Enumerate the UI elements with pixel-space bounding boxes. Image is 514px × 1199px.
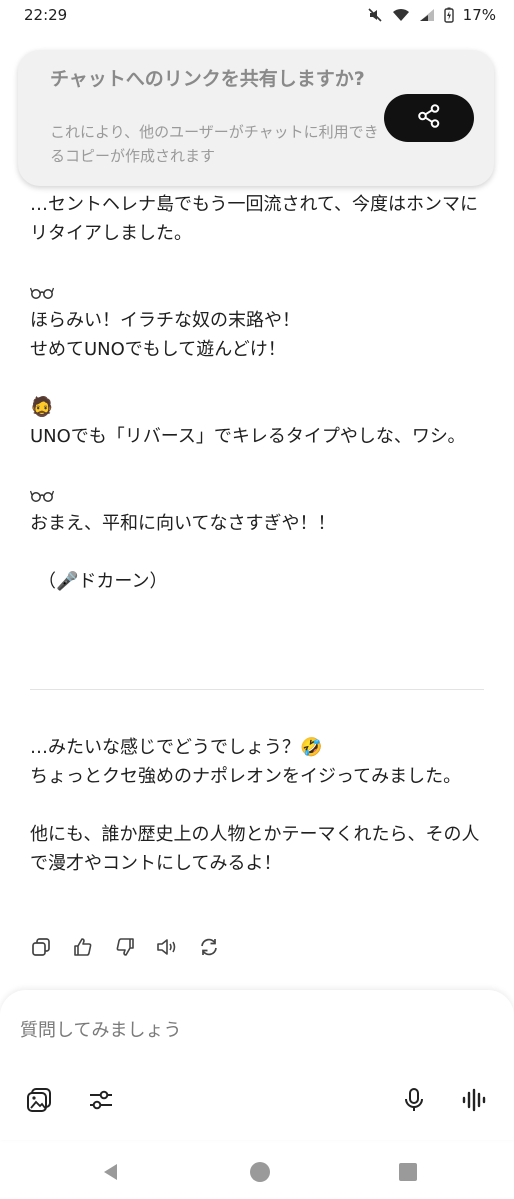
message-line: おまえ、平和に向いてなさすぎや！！ bbox=[30, 513, 336, 534]
image-upload-icon[interactable] bbox=[24, 1085, 54, 1115]
share-icon bbox=[416, 103, 442, 133]
message-line: …セントヘレナ島でもう一回流されて、今度はホンマにリタイアしました。 bbox=[30, 194, 479, 244]
recents-button[interactable] bbox=[397, 1161, 419, 1183]
thumbs-down-icon[interactable] bbox=[112, 934, 137, 959]
message-line: UNOでも「リバース」でキレるタイプやしな、ワシ。 bbox=[30, 426, 466, 447]
share-banner-title: チャットへのリンクを共有しますか? bbox=[50, 68, 365, 90]
copy-icon[interactable] bbox=[28, 934, 53, 959]
message-line: ほらみい！イラチな奴の末路や！ bbox=[30, 310, 300, 331]
regenerate-icon[interactable] bbox=[196, 934, 221, 959]
battery-charging-icon bbox=[443, 7, 454, 23]
conversation-text: …セントヘレナ島でもう一回流されて、今度はホンマにリタイアしました。 ほらみい！… bbox=[30, 190, 490, 596]
home-button[interactable] bbox=[248, 1160, 272, 1184]
microphone-icon[interactable] bbox=[399, 1085, 429, 1115]
glasses-emoji-icon bbox=[30, 480, 490, 509]
share-chat-banner: チャットへのリンクを共有しますか? これにより、他のユーザーがチャットに利用でき… bbox=[18, 50, 494, 186]
wifi-icon bbox=[392, 8, 410, 22]
status-time: 22:29 bbox=[24, 6, 68, 24]
message-line: （🎤ドカーン） bbox=[30, 567, 490, 596]
signal-icon bbox=[419, 8, 435, 22]
section-divider bbox=[30, 689, 484, 690]
reply-line: 他にも、誰か歴史上の人物とかテーマくれたら、その人で漫才やコントにしてみるよ！ bbox=[30, 824, 480, 874]
share-banner-description: これにより、他のユーザーがチャットに利用できるコピーが作成されます bbox=[50, 123, 379, 165]
paren-open: （ bbox=[38, 571, 56, 592]
back-button[interactable] bbox=[100, 1161, 122, 1183]
voice-mode-icon[interactable] bbox=[459, 1085, 489, 1115]
bearded-person-emoji: 🧔 bbox=[30, 396, 54, 418]
mute-icon bbox=[367, 7, 383, 23]
battery-percent: 17% bbox=[462, 6, 496, 24]
prompt-input[interactable]: 質問してみましょう bbox=[20, 1016, 181, 1042]
reply-line: ちょっとクセ強めのナポレオンをイジってみました。 bbox=[30, 766, 462, 787]
response-actions bbox=[28, 934, 221, 959]
prompt-input-area: 質問してみましょう bbox=[0, 990, 514, 1140]
share-button[interactable] bbox=[384, 94, 474, 142]
microphone-emoji: 🎤 bbox=[56, 571, 79, 592]
settings-sliders-icon[interactable] bbox=[86, 1085, 116, 1115]
assistant-reply: …みたいな感じでどうでしょう？🤣 ちょっとクセ強めのナポレオンをイジってみました… bbox=[30, 733, 490, 878]
message-line: せめてUNOでもして遊んどけ！ bbox=[30, 339, 286, 360]
line6-text: ドカーン） bbox=[78, 571, 168, 592]
status-bar: 22:29 17% bbox=[0, 0, 514, 32]
system-navigation-bar bbox=[0, 1145, 514, 1199]
thumbs-up-icon[interactable] bbox=[70, 934, 95, 959]
reply-line: …みたいな感じでどうでしょう？🤣 bbox=[30, 737, 323, 758]
status-icons: 17% bbox=[367, 6, 496, 24]
read-aloud-icon[interactable] bbox=[154, 934, 179, 959]
glasses-emoji-icon bbox=[30, 277, 490, 306]
